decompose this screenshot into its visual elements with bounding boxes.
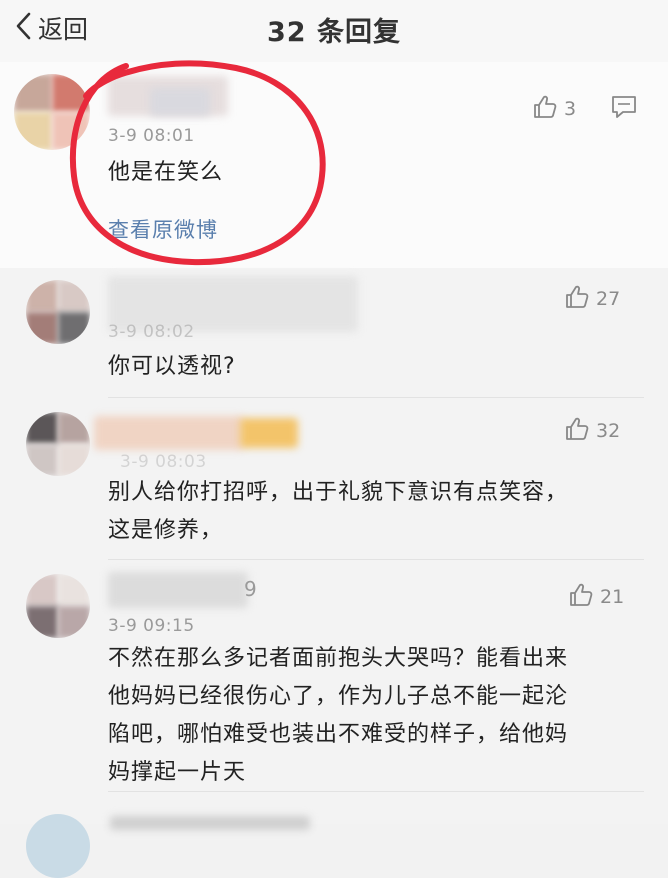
like-button[interactable]: 32 [564,416,620,446]
main-comment: 3-9 08:01 他是在笑么 查看原微博 3 [0,62,668,268]
reply-button[interactable] [610,94,638,120]
username-redacted[interactable] [108,572,248,608]
comment-text-line-3: 陷吧，哪怕难受也装出不难受的样子，给他妈 [108,722,569,747]
page-title: 32 条回复 [267,17,401,48]
comment-text: 你可以透视? [108,354,236,379]
like-button[interactable]: 21 [568,582,624,612]
comment-text: 他是在笑么 [108,160,224,185]
reply-item-partial [0,792,668,878]
username-redacted-2 [150,88,210,116]
comment-time: 3-9 08:02 [108,322,195,342]
reply-item: 3-9 08:03 别人给你打招呼，出于礼貌下意识有点笑容， 这是修养， 32 [0,398,668,560]
avatar[interactable] [26,412,90,476]
comment-text-line-1: 不然在那么多记者面前抱头大哭吗？能看出来 [108,646,569,671]
like-button[interactable]: 27 [564,284,620,314]
view-original-weibo-link[interactable]: 查看原微博 [108,214,218,244]
username-redacted[interactable] [94,416,244,450]
comment-text-line-2: 这是修养， [108,518,224,543]
like-count: 32 [596,420,621,442]
username-suffix: 9 [244,577,258,601]
like-count: 3 [564,98,577,120]
avatar[interactable] [14,74,90,150]
reply-item: 3-9 08:02 你可以透视? 27 [0,268,668,398]
thumb-up-icon [564,284,590,314]
comment-time: 3-9 08:03 [120,452,207,472]
like-count: 21 [600,586,625,608]
comment-icon [610,96,638,124]
username-redacted-2 [240,418,298,448]
thumb-up-icon [568,582,594,612]
comment-time: 3-9 09:15 [108,616,195,636]
thumb-up-icon [532,94,558,124]
nav-bar: 返回 32 条回复 [0,0,668,62]
comment-time: 3-9 08:01 [108,126,195,146]
username-redacted[interactable] [110,816,310,830]
like-button[interactable]: 3 [532,94,576,124]
avatar[interactable] [26,574,90,638]
like-count: 27 [596,288,621,310]
comment-text-line-4: 妈撑起一片天 [108,760,247,785]
reply-item: 9 3-9 09:15 不然在那么多记者面前抱头大哭吗？能看出来 他妈妈已经很伤… [0,560,668,792]
comment-text-line-2: 他妈妈已经很伤心了，作为儿子总不能一起沦 [108,684,569,709]
thumb-up-icon [564,416,590,446]
avatar[interactable] [26,280,90,344]
comment-text-line-1: 别人给你打招呼，出于礼貌下意识有点笑容， [108,480,569,505]
